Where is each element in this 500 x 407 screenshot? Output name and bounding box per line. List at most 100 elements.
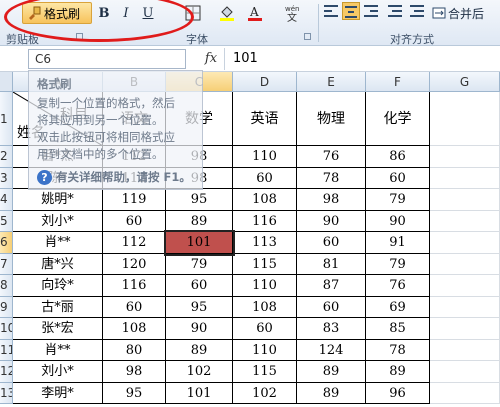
score-cell[interactable]: 79 <box>366 253 430 275</box>
score-cell[interactable]: 90 <box>297 210 366 232</box>
score-cell[interactable]: 83 <box>297 318 366 340</box>
row-header-13[interactable]: 13 <box>0 382 13 404</box>
score-cell[interactable]: 113 <box>233 232 297 254</box>
name-cell[interactable]: 肖** <box>13 232 103 254</box>
empty-cell[interactable] <box>430 253 500 275</box>
empty-cell[interactable] <box>430 296 500 318</box>
name-cell[interactable]: 肖** <box>13 339 103 361</box>
font-launcher-icon[interactable] <box>304 33 311 40</box>
score-cell[interactable]: 60 <box>297 296 366 318</box>
row-header-4[interactable]: 4 <box>0 189 13 211</box>
score-cell[interactable]: 115 <box>233 253 297 275</box>
name-cell[interactable]: 刘小* <box>13 210 103 232</box>
empty-cell[interactable] <box>430 189 500 211</box>
empty-cell[interactable] <box>430 92 500 146</box>
name-cell[interactable]: 刘小* <box>13 361 103 383</box>
score-cell[interactable]: 76 <box>297 146 366 168</box>
column-header-f[interactable]: F <box>366 72 430 92</box>
column-header-g[interactable]: G <box>430 72 500 92</box>
row-header-12[interactable]: 12 <box>0 361 13 383</box>
row-header-3[interactable]: 3 <box>0 167 13 189</box>
score-cell[interactable]: 108 <box>233 189 297 211</box>
score-cell[interactable]: 60 <box>297 232 366 254</box>
formula-input[interactable]: 101 <box>224 48 500 70</box>
score-cell[interactable]: 79 <box>366 189 430 211</box>
row-header-9[interactable]: 9 <box>0 296 13 318</box>
row-header-6[interactable]: 6 <box>0 232 13 254</box>
header-cell[interactable]: 物理 <box>297 92 366 146</box>
score-cell[interactable]: 87 <box>297 275 366 297</box>
empty-cell[interactable] <box>430 339 500 361</box>
decrease-indent-button[interactable] <box>386 2 404 20</box>
score-cell[interactable]: 90 <box>366 210 430 232</box>
score-cell[interactable]: 78 <box>366 339 430 361</box>
increase-indent-button[interactable] <box>408 2 426 20</box>
empty-cell[interactable] <box>430 361 500 383</box>
score-cell[interactable]: 78 <box>297 167 366 189</box>
score-cell[interactable]: 95 <box>166 296 233 318</box>
score-cell[interactable]: 60 <box>103 296 166 318</box>
font-color-button[interactable]: A <box>244 2 266 24</box>
score-cell[interactable]: 98 <box>103 361 166 383</box>
score-cell[interactable]: 95 <box>166 189 233 211</box>
column-header-e[interactable]: E <box>297 72 366 92</box>
score-cell[interactable]: 115 <box>233 361 297 383</box>
score-cell[interactable]: 89 <box>166 210 233 232</box>
row-header-8[interactable]: 8 <box>0 275 13 297</box>
score-cell[interactable]: 60 <box>166 275 233 297</box>
score-cell[interactable]: 116 <box>103 275 166 297</box>
score-cell[interactable]: 108 <box>233 296 297 318</box>
name-box[interactable]: C6 <box>28 49 186 69</box>
empty-cell[interactable] <box>430 167 500 189</box>
header-cell[interactable]: 化学 <box>366 92 430 146</box>
row-header-1[interactable]: 1 <box>0 92 13 146</box>
empty-cell[interactable] <box>430 232 500 254</box>
score-cell[interactable]: 96 <box>366 382 430 404</box>
score-cell[interactable]: 89 <box>297 382 366 404</box>
row-header-7[interactable]: 7 <box>0 253 13 275</box>
name-cell[interactable]: 向玲* <box>13 275 103 297</box>
fx-icon[interactable]: fx <box>201 49 221 69</box>
phonetic-button[interactable]: wén 文 <box>282 2 304 24</box>
name-cell[interactable]: 李明* <box>13 382 103 404</box>
row-header-2[interactable]: 2 <box>0 146 13 168</box>
score-cell[interactable]: 60 <box>366 167 430 189</box>
score-cell[interactable]: 89 <box>366 361 430 383</box>
score-cell[interactable]: 116 <box>233 210 297 232</box>
score-cell[interactable]: 101 <box>166 382 233 404</box>
score-cell[interactable]: 80 <box>103 339 166 361</box>
align-center-button[interactable] <box>342 2 360 20</box>
score-cell[interactable]: 90 <box>166 318 233 340</box>
score-cell[interactable]: 85 <box>366 318 430 340</box>
score-cell[interactable]: 98 <box>297 189 366 211</box>
score-cell[interactable]: 102 <box>166 361 233 383</box>
name-cell[interactable]: 古*丽 <box>13 296 103 318</box>
score-cell[interactable]: 102 <box>233 382 297 404</box>
fill-color-button[interactable] <box>216 2 238 24</box>
selected-cell[interactable]: 101 <box>164 230 235 256</box>
align-left-button[interactable] <box>322 2 340 20</box>
score-cell[interactable]: 60 <box>233 167 297 189</box>
score-cell[interactable]: 79 <box>166 253 233 275</box>
empty-cell[interactable] <box>430 318 500 340</box>
column-header-d[interactable]: D <box>233 72 297 92</box>
score-cell[interactable]: 95 <box>103 382 166 404</box>
score-cell[interactable]: 110 <box>233 275 297 297</box>
score-cell[interactable]: 89 <box>166 339 233 361</box>
empty-cell[interactable] <box>430 146 500 168</box>
score-cell[interactable]: 69 <box>366 296 430 318</box>
empty-cell[interactable] <box>430 210 500 232</box>
score-cell[interactable]: 110 <box>233 146 297 168</box>
name-cell[interactable]: 张*宏 <box>13 318 103 340</box>
empty-cell[interactable] <box>430 275 500 297</box>
name-cell[interactable]: 唐*兴 <box>13 253 103 275</box>
score-cell[interactable]: 119 <box>103 189 166 211</box>
score-cell[interactable]: 81 <box>297 253 366 275</box>
score-cell[interactable]: 89 <box>297 361 366 383</box>
score-cell[interactable]: 60 <box>233 318 297 340</box>
score-cell[interactable]: 108 <box>103 318 166 340</box>
empty-cell[interactable] <box>430 382 500 404</box>
name-cell[interactable]: 姚明* <box>13 189 103 211</box>
align-right-button[interactable] <box>362 2 380 20</box>
row-header-11[interactable]: 11 <box>0 339 13 361</box>
